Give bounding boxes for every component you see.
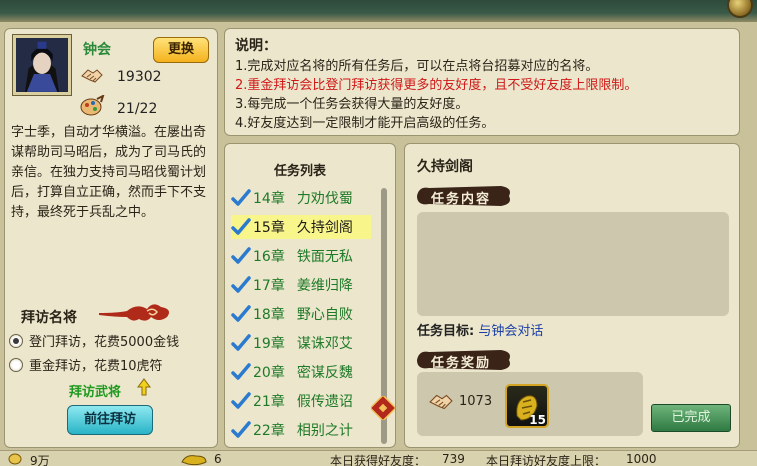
coin-icon — [8, 453, 22, 465]
content-heading: 任务内容 — [431, 192, 492, 207]
reward-handshake-icon — [429, 394, 453, 410]
tiger-tally-icon — [181, 455, 207, 466]
window-top-frame — [0, 0, 757, 22]
checkmark-icon — [231, 392, 251, 409]
task-chapter: 17章 — [253, 278, 285, 294]
description-title: 说明： — [235, 38, 277, 54]
reward-friendship-value: 1073 — [459, 394, 493, 409]
visit-option-door[interactable]: 登门拜访，花费5000金钱 — [9, 331, 179, 350]
task-list-item[interactable]: 21章 假传遗诏 — [231, 389, 371, 413]
portrait-image-icon — [16, 38, 68, 92]
checkmark-icon — [231, 247, 251, 264]
task-name: 密谋反魏 — [296, 365, 353, 381]
task-name: 力劝伐蜀 — [296, 191, 353, 207]
corner-ornament-icon — [727, 0, 753, 18]
task-target-label: 任务目标: — [417, 324, 475, 339]
today-friendship-label: 本日获得好友度： — [330, 454, 427, 466]
task-content-box — [417, 212, 729, 316]
visit-option-gold-label: 重金拜访，花费10虎符 — [29, 359, 163, 374]
checkmark-icon — [231, 305, 251, 322]
reward-box: 1073 15 — [417, 372, 643, 436]
task-list-item[interactable]: 14章 力劝伐蜀 — [231, 186, 371, 210]
task-detail-panel: 久持剑阁 任务内容 任务目标: 与钟会对话 任务奖励 1073 15 已完成 — [404, 143, 740, 448]
checkmark-icon — [231, 363, 251, 380]
task-chapter: 21章 — [253, 394, 285, 410]
reward-item-slot[interactable]: 15 — [505, 384, 549, 428]
swap-character-button[interactable]: 更换 — [153, 37, 209, 63]
task-target-row: 任务目标: 与钟会对话 — [417, 320, 543, 339]
description-panel: 说明： 1.完成对应名将的所有任务后，可以在点将台招募对应的名将。 2.重金拜访… — [224, 28, 740, 136]
task-name: 野心自败 — [296, 307, 353, 323]
visit-limit-value: 1000 — [626, 452, 657, 466]
task-target-link[interactable]: 与钟会对话 — [478, 324, 543, 339]
task-list-item[interactable]: 19章 谋诛邓艾 — [231, 331, 371, 355]
friendship-value: 19302 — [117, 69, 162, 85]
task-list-title: 任务列表 — [273, 164, 326, 179]
visit-option-gold[interactable]: 重金拜访，花费10虎符 — [9, 355, 163, 374]
task-name: 相别之计 — [296, 423, 353, 439]
today-friendship-value: 739 — [442, 452, 465, 466]
arrow-up-icon — [137, 378, 151, 396]
tiger-tally-value: 6 — [214, 452, 222, 466]
task-chapter: 20章 — [253, 365, 285, 381]
visit-count: 21/22 — [117, 101, 158, 117]
checkmark-icon — [231, 218, 251, 235]
task-list-item[interactable]: 15章 久持剑阁 — [231, 215, 371, 239]
visit-section-title: 拜访名将 — [21, 310, 77, 326]
visit-general-link[interactable]: 拜访武将 — [69, 381, 121, 400]
task-name: 姜维归降 — [296, 278, 353, 294]
reward-item-count: 15 — [529, 413, 546, 427]
checkmark-icon — [231, 421, 251, 438]
cloud-ornament-icon — [99, 304, 169, 321]
handshake-icon — [81, 69, 103, 83]
reward-heading: 任务奖励 — [431, 356, 492, 371]
description-line-4: 4.好友度达到一定限制才能开启高级的任务。 — [235, 116, 495, 131]
task-chapter: 15章 — [253, 220, 285, 236]
task-name: 铁面无私 — [296, 249, 353, 265]
task-name: 谋诛邓艾 — [296, 336, 353, 352]
description-line-3: 3.每完成一个任务会获得大量的友好度。 — [235, 97, 469, 112]
task-chapter: 16章 — [253, 249, 285, 265]
task-name: 假传遗诏 — [296, 394, 353, 410]
task-detail-name: 久持剑阁 — [417, 159, 473, 175]
checkmark-icon — [231, 189, 251, 206]
character-portrait — [12, 34, 72, 96]
checkmark-icon — [231, 334, 251, 351]
task-chapter: 19章 — [253, 336, 285, 352]
task-list-item[interactable]: 18章 野心自败 — [231, 302, 371, 326]
character-panel: 钟会 更换 19302 21/22 字士季，自动才华横溢。在屡出奇谋帮助司马昭后… — [4, 28, 218, 448]
description-line-1: 1.完成对应名将的所有任务后，可以在点将台招募对应的名将。 — [235, 59, 599, 74]
radio-gold-visit[interactable] — [9, 357, 23, 372]
task-chapter: 18章 — [253, 307, 285, 323]
task-name: 久持剑阁 — [296, 220, 353, 236]
completed-button[interactable]: 已完成 — [651, 404, 731, 432]
scroll-thumb-icon[interactable] — [371, 396, 395, 420]
character-name: 钟会 — [83, 42, 111, 58]
checkmark-icon — [231, 276, 251, 293]
radio-door-visit[interactable] — [9, 333, 23, 348]
status-bar: 9万 6 本日获得好友度： 739 本日拜访好友度上限： 1000 — [0, 450, 757, 466]
task-list-item[interactable]: 17章 姜维归降 — [231, 273, 371, 297]
visit-limit-label: 本日拜访好友度上限： — [486, 454, 607, 466]
visit-option-door-label: 登门拜访，花费5000金钱 — [29, 335, 180, 350]
description-line-2: 2.重金拜访会比登门拜访获得更多的友好度，且不受好友度上限限制。 — [235, 78, 638, 93]
task-chapter: 14章 — [253, 191, 285, 207]
go-visit-button[interactable]: 前往拜访 — [67, 405, 153, 435]
visit-scroll-icon — [80, 95, 105, 116]
task-chapter: 22章 — [253, 423, 285, 439]
character-bio: 字士季，自动才华横溢。在屡出奇谋帮助司马昭后，成为了司马氏的亲信。在独力支持司马… — [11, 125, 207, 220]
task-list-item[interactable]: 16章 铁面无私 — [231, 244, 371, 268]
money-value: 9万 — [30, 454, 50, 466]
task-list-item[interactable]: 22章 相别之计 — [231, 418, 371, 442]
task-list-panel: 任务列表 14章 力劝伐蜀 15章 久持剑阁 16章 铁面无私 17章 姜维归降 18章 野心自败… — [224, 143, 396, 448]
task-list-item[interactable]: 20章 密谋反魏 — [231, 360, 371, 384]
